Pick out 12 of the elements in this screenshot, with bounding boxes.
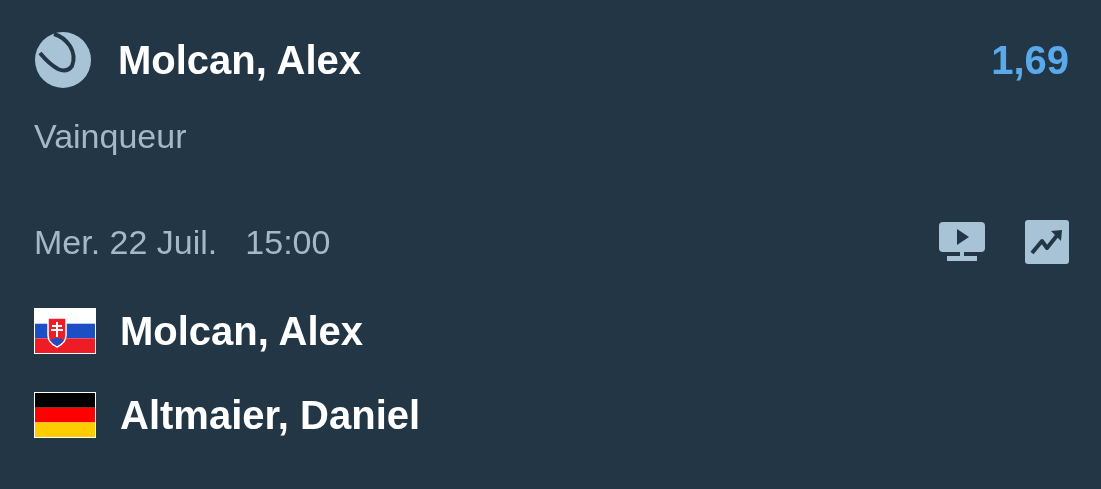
market-label: Vainqueur (34, 119, 187, 153)
selection-name: Molcan, Alex (118, 40, 362, 80)
live-stream-icon[interactable] (939, 220, 985, 264)
player-name: Altmaier, Daniel (120, 395, 421, 435)
trending-chart-icon[interactable] (1025, 220, 1069, 264)
match-time: 15:00 (245, 225, 331, 259)
flag-icon (34, 392, 96, 438)
match-date: Mer. 22 Juil. (34, 225, 218, 259)
odds-value[interactable]: 1,69 (991, 40, 1069, 80)
tennis-ball-icon (34, 31, 92, 89)
flag-icon (34, 308, 96, 354)
player-name: Molcan, Alex (120, 311, 364, 351)
